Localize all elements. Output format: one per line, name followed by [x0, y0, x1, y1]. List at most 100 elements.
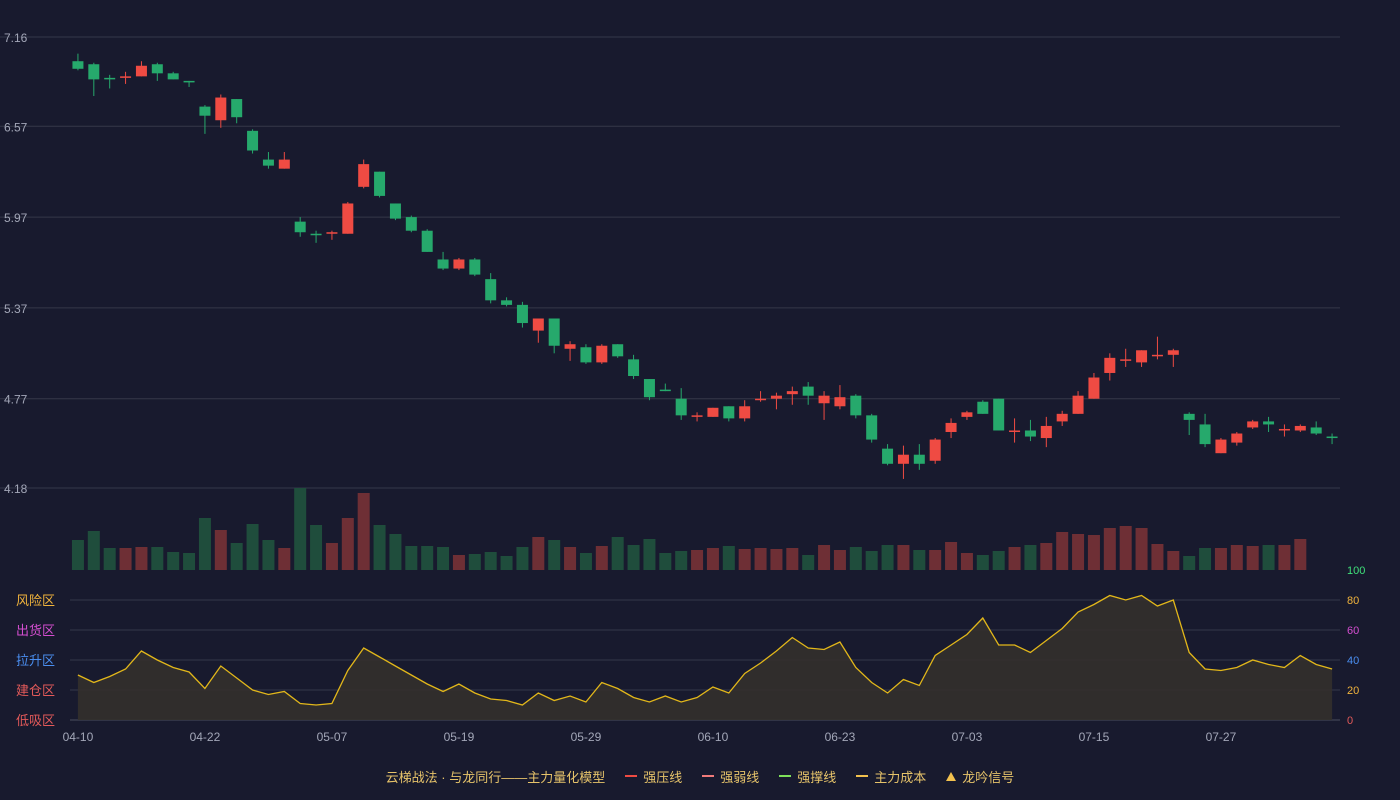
candlestick-chart[interactable]: 7.16 6.57 5.97 5.37 4.77 4.18 100 80 60 40 20 0 风险区出…	[0, 0, 1400, 760]
candle[interactable]	[628, 354, 640, 380]
volume-bar[interactable]	[214, 530, 227, 570]
candle[interactable]	[104, 74, 116, 89]
volume-bar[interactable]	[167, 552, 180, 570]
volume-bar[interactable]	[659, 553, 672, 570]
volume-bar[interactable]	[1056, 532, 1069, 570]
volume-bar[interactable]	[262, 540, 275, 570]
volume-bar[interactable]	[897, 545, 910, 570]
volume-bar[interactable]	[119, 548, 132, 570]
volume-bar[interactable]	[357, 493, 370, 570]
candle[interactable]	[707, 407, 719, 417]
volume-bar[interactable]	[468, 554, 481, 570]
candle[interactable]	[262, 152, 274, 169]
candle[interactable]	[1231, 432, 1243, 446]
candle[interactable]	[310, 230, 322, 243]
candle[interactable]	[1326, 433, 1338, 445]
candle[interactable]	[1104, 353, 1116, 381]
candle[interactable]	[1024, 419, 1036, 442]
candle[interactable]	[278, 152, 290, 169]
volume-bar[interactable]	[833, 550, 846, 570]
candle[interactable]	[151, 62, 163, 81]
candle[interactable]	[120, 71, 132, 84]
candle[interactable]	[929, 438, 941, 464]
candle[interactable]	[1009, 418, 1021, 443]
candle[interactable]	[326, 230, 338, 240]
volume-bar[interactable]	[738, 549, 751, 570]
candle[interactable]	[643, 379, 655, 401]
candle[interactable]	[897, 445, 909, 479]
volume-bar[interactable]	[675, 551, 688, 570]
volume-bar[interactable]	[691, 550, 704, 570]
candle[interactable]	[1120, 348, 1132, 367]
candle[interactable]	[437, 251, 449, 271]
candle[interactable]	[818, 391, 830, 420]
candle[interactable]	[453, 257, 465, 271]
candle[interactable]	[374, 171, 386, 198]
volume-bar[interactable]	[611, 537, 624, 570]
candle[interactable]	[167, 71, 179, 80]
volume-bar[interactable]	[1072, 534, 1085, 570]
volume-bar[interactable]	[1199, 548, 1212, 570]
volume-bar[interactable]	[230, 543, 243, 570]
volume-bar[interactable]	[151, 547, 164, 570]
volume-bar[interactable]	[786, 548, 799, 570]
candle[interactable]	[723, 406, 735, 422]
candle[interactable]	[1151, 336, 1163, 360]
candle[interactable]	[993, 398, 1005, 431]
candle[interactable]	[834, 385, 846, 410]
candle[interactable]	[469, 257, 481, 277]
volume-bar[interactable]	[754, 548, 767, 570]
volume-bar[interactable]	[246, 524, 259, 570]
volume-bar[interactable]	[849, 547, 862, 570]
candle[interactable]	[755, 391, 767, 402]
legend-item-dragon-signal[interactable]: 龙吟信号	[946, 767, 1014, 786]
volume-bar[interactable]	[992, 551, 1005, 570]
volume-bar[interactable]	[1246, 546, 1259, 570]
volume-bar[interactable]	[500, 556, 513, 570]
volume-bar[interactable]	[135, 547, 148, 570]
volume-bar[interactable]	[1167, 551, 1180, 570]
volume-bar[interactable]	[484, 552, 497, 570]
candle[interactable]	[532, 318, 544, 343]
candle[interactable]	[1215, 438, 1227, 454]
legend-item-support[interactable]: 强撑线	[779, 767, 836, 786]
volume-bar[interactable]	[802, 555, 815, 570]
volume-bar[interactable]	[1135, 528, 1148, 570]
candle[interactable]	[675, 388, 687, 420]
candle[interactable]	[1040, 416, 1052, 448]
candle[interactable]	[802, 382, 814, 405]
candle[interactable]	[850, 394, 862, 419]
volume-bar[interactable]	[310, 525, 323, 570]
candle[interactable]	[548, 318, 560, 354]
candle[interactable]	[739, 400, 751, 422]
legend-item-main-cost[interactable]: 主力成本	[856, 767, 926, 786]
candle[interactable]	[247, 129, 259, 154]
candle[interactable]	[1263, 416, 1275, 433]
volume-bar[interactable]	[373, 525, 386, 570]
volume-bar[interactable]	[1151, 544, 1164, 570]
candle[interactable]	[866, 413, 878, 443]
volume-bar[interactable]	[1040, 543, 1053, 570]
volume-bar[interactable]	[325, 543, 338, 570]
candle[interactable]	[72, 53, 84, 71]
candle[interactable]	[1072, 391, 1084, 414]
volume-bar[interactable]	[1262, 545, 1275, 570]
candle[interactable]	[1088, 372, 1100, 399]
volume-bar[interactable]	[452, 555, 465, 570]
volume-bar[interactable]	[770, 549, 783, 570]
candle[interactable]	[786, 386, 798, 405]
candle[interactable]	[183, 80, 195, 87]
candle[interactable]	[691, 412, 703, 422]
candle[interactable]	[961, 410, 973, 420]
volume-bar[interactable]	[294, 488, 307, 570]
volume-bar[interactable]	[960, 553, 973, 570]
volume-bar[interactable]	[1214, 548, 1227, 570]
volume-bar[interactable]	[1008, 547, 1021, 570]
volume-bar[interactable]	[1183, 556, 1196, 570]
volume-bar[interactable]	[881, 545, 894, 570]
volume-bar[interactable]	[643, 539, 656, 570]
volume-bar[interactable]	[818, 545, 831, 570]
candle[interactable]	[294, 217, 306, 237]
volume-bar[interactable]	[1024, 545, 1037, 570]
candle[interactable]	[913, 444, 925, 470]
